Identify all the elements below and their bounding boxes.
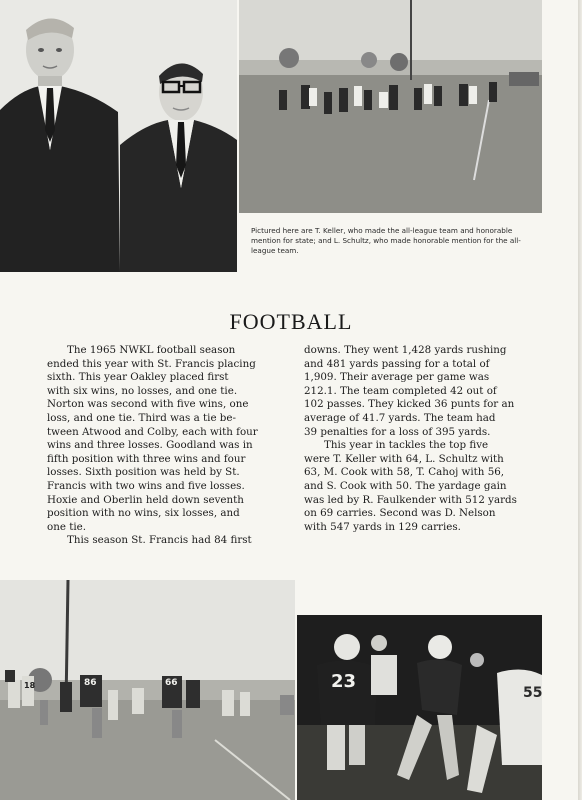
- page-title: FOOTBALL: [229, 309, 353, 334]
- field-photo-top: [239, 0, 542, 213]
- text-line: 1,909. Their average per game was: [304, 371, 490, 384]
- jersey-number: 86: [84, 678, 97, 688]
- text-line: one tie.: [47, 520, 86, 533]
- article-column-right: downs. They went 1,428 yards rushing and…: [304, 344, 544, 534]
- text-line: Hoxie and Oberlin held down seventh: [47, 493, 244, 506]
- text-line: downs. They went 1,428 yards rushing: [304, 344, 507, 356]
- text-line: ended this year with St. Francis placing: [47, 357, 256, 370]
- text-line: was led by R. Faulkender with 512 yards: [304, 493, 517, 506]
- text-line: Norton was second with five wins, one: [47, 398, 249, 411]
- text-line: This year in tackles the top five: [324, 439, 489, 452]
- jersey-number: 23: [331, 671, 356, 692]
- text-line: 102 passes. They kicked 36 punts for an: [304, 398, 515, 411]
- text-line: with 547 yards in 129 carries.: [304, 520, 461, 533]
- jersey-number: 18: [24, 681, 36, 690]
- text-line: The 1965 NWKL football season: [67, 344, 236, 356]
- text-line: were T. Keller with 64, L. Schultz with: [304, 452, 504, 465]
- text-line: and 481 yards passing for a total of: [304, 357, 490, 370]
- text-line: losses. Sixth position was held by St.: [47, 466, 240, 479]
- photo-caption: Pictured here are T. Keller, who made th…: [251, 226, 521, 255]
- text-line: wins and three losses. Goodland was in: [47, 439, 253, 452]
- text-line: position with no wins, six losses, and: [47, 507, 240, 520]
- text-line: on 69 carries. Second was D. Nelson: [304, 507, 496, 520]
- text-line: This season St. Francis had 84 first: [67, 534, 252, 547]
- text-line: average of 41.7 yards. The team had: [304, 411, 496, 424]
- field-photo-night: 23 55: [297, 615, 542, 800]
- text-line: 63, M. Cook with 58, T. Cahoj with 56,: [304, 466, 505, 479]
- jersey-number: 66: [165, 678, 178, 688]
- text-line: fifth position with three wins and four: [47, 452, 246, 465]
- portrait-photo: [0, 0, 237, 272]
- field-photo-bottom-left: 86 66 18: [0, 580, 295, 800]
- text-line: sixth. This year Oakley placed first: [47, 371, 229, 384]
- jersey-number: 55: [523, 685, 542, 701]
- text-line: and S. Cook with 50. The yardage gain: [304, 479, 507, 492]
- text-line: 212.1. The team completed 42 out of: [304, 384, 497, 397]
- text-line: 39 penalties for a loss of 395 yards.: [304, 425, 491, 438]
- text-line: loss, and one tie. Third was a tie be-: [47, 411, 236, 424]
- article-column-left: The 1965 NWKL football season ended this…: [47, 344, 287, 548]
- text-line: with six wins, no losses, and one tie.: [47, 384, 238, 397]
- page-edge: [578, 0, 582, 800]
- text-line: Francis with two wins and five losses.: [47, 479, 245, 492]
- text-line: tween Atwood and Colby, each with four: [47, 425, 258, 438]
